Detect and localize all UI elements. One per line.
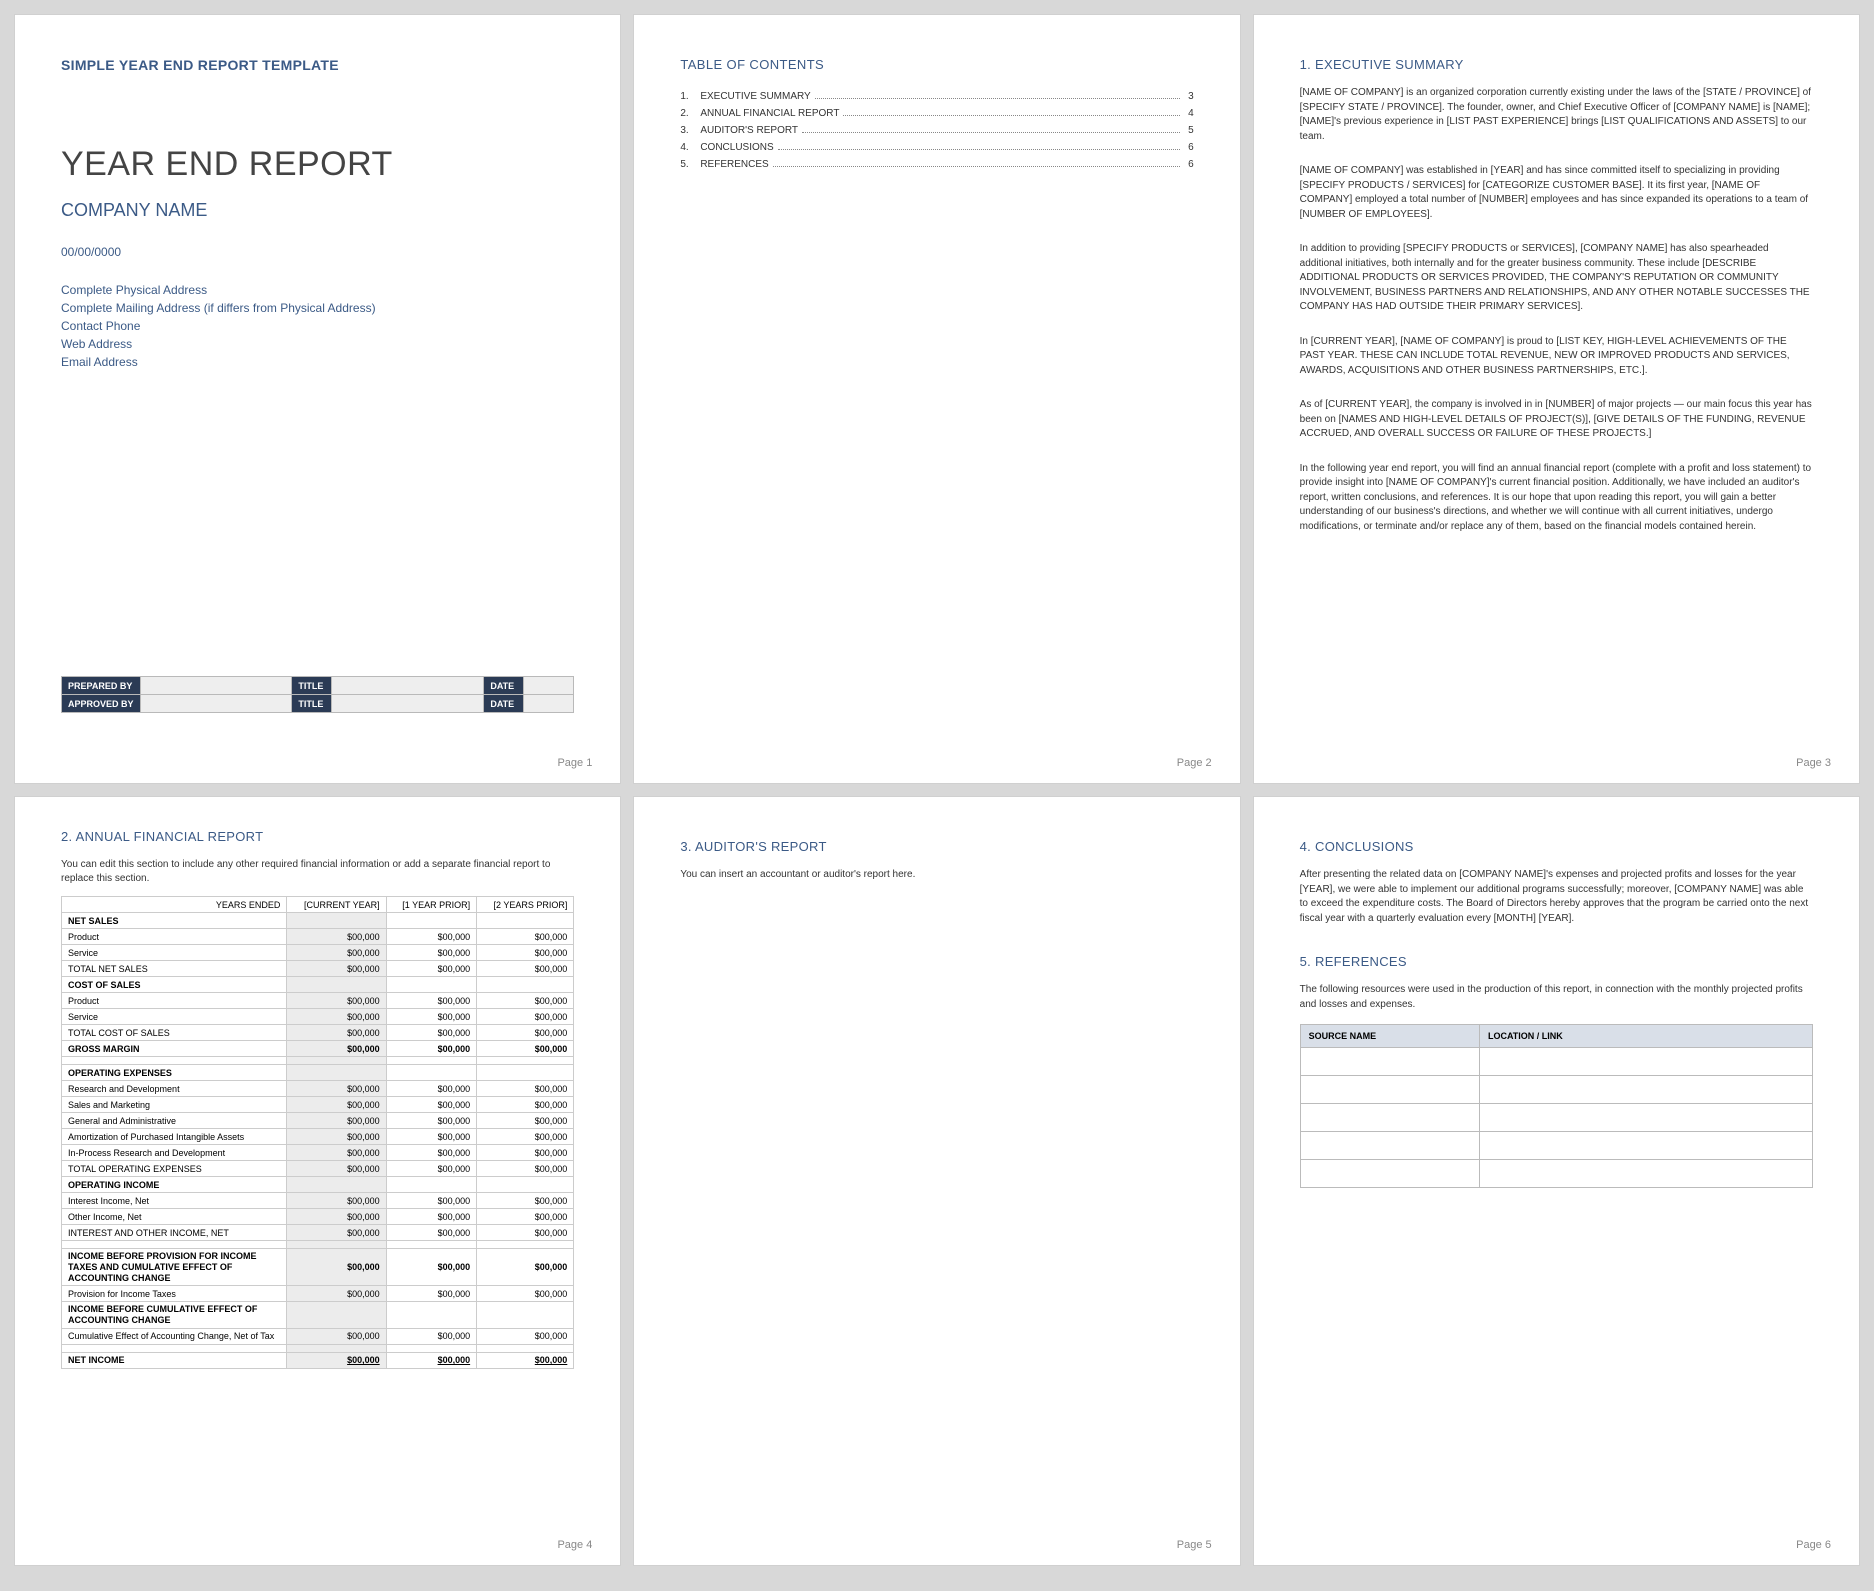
exec-p2: [NAME OF COMPANY] was established in [YE… xyxy=(1300,164,1813,222)
ref-row xyxy=(1300,1048,1812,1076)
toc-item: 3.AUDITOR'S REPORT5 xyxy=(680,122,1193,139)
report-title: YEAR END REPORT xyxy=(61,145,574,184)
exec-p5: As of [CURRENT YEAR], the company is inv… xyxy=(1300,398,1813,442)
toc-item: 2.ANNUAL FINANCIAL REPORT4 xyxy=(680,105,1193,122)
conclusions-text: After presenting the related data on [CO… xyxy=(1300,868,1813,926)
page-3: 1. EXECUTIVE SUMMARY [NAME OF COMPANY] i… xyxy=(1253,14,1860,784)
prepared-title-field[interactable] xyxy=(332,677,484,695)
financial-title: 2. ANNUAL FINANCIAL REPORT xyxy=(61,829,574,844)
template-title: SIMPLE YEAR END REPORT TEMPLATE xyxy=(61,57,574,73)
ref-col-location: LOCATION / LINK xyxy=(1479,1025,1812,1048)
approved-by-field[interactable] xyxy=(140,695,292,713)
ref-row xyxy=(1300,1076,1812,1104)
financial-table: YEARS ENDED [CURRENT YEAR] [1 YEAR PRIOR… xyxy=(61,896,574,1369)
title-label-2: TITLE xyxy=(292,695,332,713)
exec-p6: In the following year end report, you wi… xyxy=(1300,462,1813,535)
references-title: 5. REFERENCES xyxy=(1300,954,1813,969)
prepared-by-label: PREPARED BY xyxy=(62,677,141,695)
title-label: TITLE xyxy=(292,677,332,695)
page-1: SIMPLE YEAR END REPORT TEMPLATE YEAR END… xyxy=(14,14,621,784)
report-date: 00/00/0000 xyxy=(61,245,574,259)
page-4: 2. ANNUAL FINANCIAL REPORT You can edit … xyxy=(14,796,621,1566)
exec-p3: In addition to providing [SPECIFY PRODUC… xyxy=(1300,242,1813,315)
ref-col-source: SOURCE NAME xyxy=(1300,1025,1479,1048)
page-number: Page 1 xyxy=(557,757,592,769)
references-intro: The following resources were used in the… xyxy=(1300,983,1813,1012)
date-label: DATE xyxy=(484,677,524,695)
toc-item: 4.CONCLUSIONS6 xyxy=(680,139,1193,156)
exec-p4: In [CURRENT YEAR], [NAME OF COMPANY] is … xyxy=(1300,335,1813,379)
company-name: COMPANY NAME xyxy=(61,200,574,221)
date-label-2: DATE xyxy=(484,695,524,713)
toc-title: TABLE OF CONTENTS xyxy=(680,57,1193,72)
toc-list: 1.EXECUTIVE SUMMARY3 2.ANNUAL FINANCIAL … xyxy=(680,88,1193,173)
page-number: Page 2 xyxy=(1177,757,1212,769)
signature-table: PREPARED BY TITLE DATE APPROVED BY TITLE… xyxy=(61,676,574,713)
approved-title-field[interactable] xyxy=(332,695,484,713)
contact-phone: Contact Phone xyxy=(61,317,574,335)
ref-row xyxy=(1300,1104,1812,1132)
email-address: Email Address xyxy=(61,353,574,371)
page-5: 3. AUDITOR'S REPORT You can insert an ac… xyxy=(633,796,1240,1566)
exec-summary-title: 1. EXECUTIVE SUMMARY xyxy=(1300,57,1813,72)
physical-address: Complete Physical Address xyxy=(61,281,574,299)
page-6: 4. CONCLUSIONS After presenting the rela… xyxy=(1253,796,1860,1566)
page-2: TABLE OF CONTENTS 1.EXECUTIVE SUMMARY3 2… xyxy=(633,14,1240,784)
page-number: Page 6 xyxy=(1796,1539,1831,1551)
auditor-title: 3. AUDITOR'S REPORT xyxy=(680,839,1193,854)
approved-date-field[interactable] xyxy=(524,695,574,713)
page-grid: SIMPLE YEAR END REPORT TEMPLATE YEAR END… xyxy=(14,14,1860,1566)
toc-item: 1.EXECUTIVE SUMMARY3 xyxy=(680,88,1193,105)
ref-row xyxy=(1300,1160,1812,1188)
prepared-by-field[interactable] xyxy=(140,677,292,695)
references-table: SOURCE NAME LOCATION / LINK xyxy=(1300,1024,1813,1188)
page-number: Page 4 xyxy=(557,1539,592,1551)
approved-by-label: APPROVED BY xyxy=(62,695,141,713)
financial-intro: You can edit this section to include any… xyxy=(61,858,574,886)
mailing-address: Complete Mailing Address (if differs fro… xyxy=(61,299,574,317)
page-number: Page 5 xyxy=(1177,1539,1212,1551)
ref-row xyxy=(1300,1132,1812,1160)
address-block: Complete Physical Address Complete Maili… xyxy=(61,281,574,371)
toc-item: 5.REFERENCES6 xyxy=(680,156,1193,173)
auditor-intro: You can insert an accountant or auditor'… xyxy=(680,868,1193,883)
web-address: Web Address xyxy=(61,335,574,353)
exec-p1: [NAME OF COMPANY] is an organized corpor… xyxy=(1300,86,1813,144)
page-number: Page 3 xyxy=(1796,757,1831,769)
prepared-date-field[interactable] xyxy=(524,677,574,695)
fin-header-row: YEARS ENDED [CURRENT YEAR] [1 YEAR PRIOR… xyxy=(62,897,574,913)
conclusions-title: 4. CONCLUSIONS xyxy=(1300,839,1813,854)
